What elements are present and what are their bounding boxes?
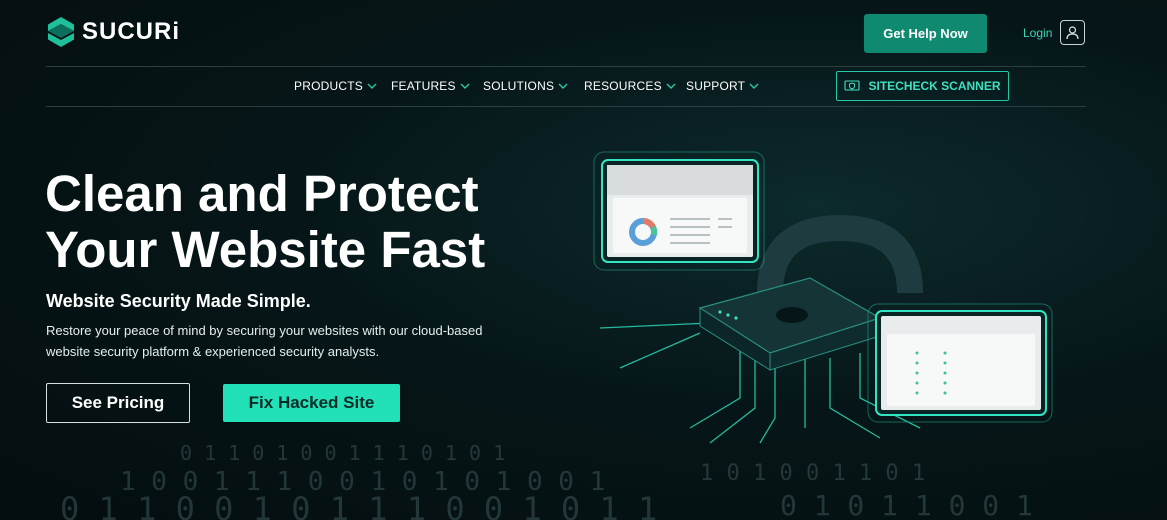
chevron-down-icon — [749, 83, 759, 89]
sitecheck-scanner-button[interactable]: SITECHECK SCANNER — [836, 71, 1009, 101]
monitor-shield-icon — [844, 80, 861, 91]
chevron-down-icon — [367, 83, 377, 89]
login-link[interactable]: Login — [1023, 26, 1052, 40]
sucuri-logo-icon — [48, 17, 74, 47]
nav-features[interactable]: FEATURES — [391, 79, 470, 93]
nav-resources[interactable]: RESOURCES — [584, 79, 676, 93]
get-help-now-button[interactable]: Get Help Now — [864, 14, 987, 53]
nav-solutions-label: SOLUTIONS — [483, 79, 555, 93]
nav-solutions[interactable]: SOLUTIONS — [483, 79, 568, 93]
nav-products-label: PRODUCTS — [294, 79, 363, 93]
security-illustration — [593, 118, 1053, 444]
main-nav: PRODUCTS FEATURES SOLUTIONS RESOURCES SU… — [0, 66, 1167, 106]
nav-products[interactable]: PRODUCTS — [294, 79, 377, 93]
fix-hacked-site-button[interactable]: Fix Hacked Site — [223, 384, 400, 422]
svg-text:0 1 1 0 0 1 0 1 1 1 0 0 1 0 1: 0 1 1 0 0 1 0 1 1 1 0 0 1 0 1 1 — [60, 490, 657, 520]
chevron-down-icon — [558, 83, 568, 89]
sitecheck-label: SITECHECK SCANNER — [868, 79, 1001, 93]
hero-subtitle: Website Security Made Simple. — [46, 291, 311, 311]
hero-title-line2: Your Website Fast — [45, 221, 486, 278]
nav-divider — [46, 106, 1086, 107]
sucuri-logo[interactable]: SUCURi — [46, 16, 180, 48]
hero-title: Clean and Protect Your Website Fast — [45, 166, 565, 278]
nav-features-label: FEATURES — [391, 79, 456, 93]
nav-support-label: SUPPORT — [686, 79, 746, 93]
chevron-down-icon — [460, 83, 470, 89]
svg-text:0 1 0 1 1 0 0 1: 0 1 0 1 1 0 0 1 — [780, 489, 1033, 520]
binary-background: 0 1 1 0 1 0 0 1 1 1 0 1 0 1 1 0 0 1 1 1 … — [60, 441, 1033, 520]
hero-title-line1: Clean and Protect — [45, 165, 479, 222]
nav-support[interactable]: SUPPORT — [686, 79, 759, 93]
svg-text:0 1 1 0 1 0 0 1 1 1 0 1 0 1: 0 1 1 0 1 0 0 1 1 1 0 1 0 1 — [180, 441, 505, 465]
svg-text:1 0 1 0 0 1 1 0 1: 1 0 1 0 0 1 1 0 1 — [700, 461, 925, 486]
user-icon[interactable] — [1060, 20, 1085, 45]
logo-text: SUCURi — [82, 18, 181, 45]
hero-description: Restore your peace of mind by securing y… — [46, 323, 483, 359]
chevron-down-icon — [666, 83, 676, 89]
nav-resources-label: RESOURCES — [584, 79, 662, 93]
site-header: SUCURi Get Help Now Login — [0, 0, 1167, 66]
see-pricing-button[interactable]: See Pricing — [46, 383, 190, 423]
